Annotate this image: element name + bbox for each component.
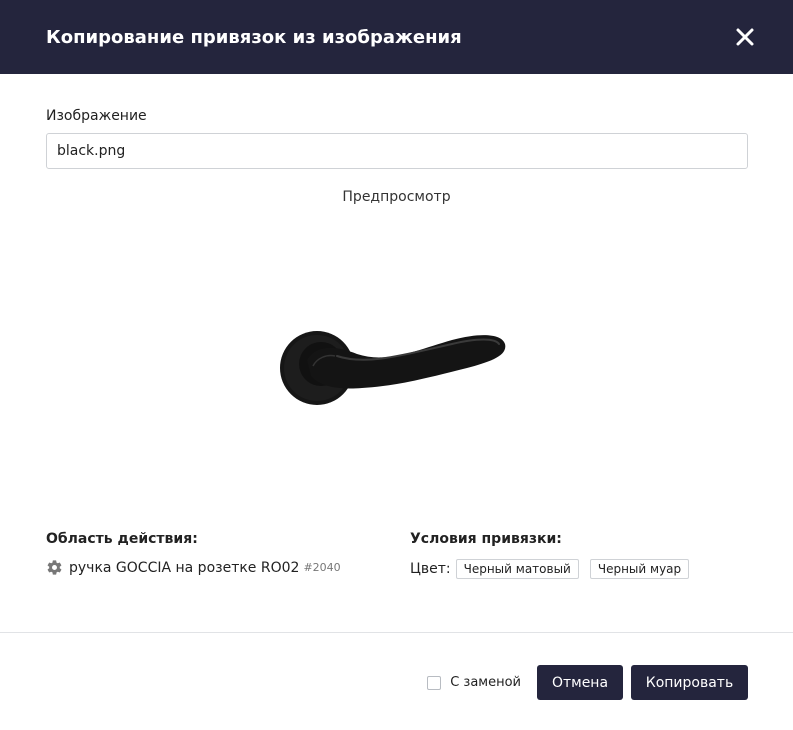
scope-item-label: ручка GOCCIA на розетке RO02 xyxy=(69,559,300,576)
scope-item: ручка GOCCIA на розетке RO02 #2040 xyxy=(46,559,396,576)
scope-item-id: #2040 xyxy=(303,561,341,574)
dialog-title: Копирование привязок из изображения xyxy=(46,26,462,48)
copy-button[interactable]: Копировать xyxy=(631,665,748,700)
color-tag: Черный матовый xyxy=(455,559,579,579)
color-tag: Черный муар xyxy=(589,559,690,579)
preview-title: Предпросмотр xyxy=(342,189,451,205)
gear-icon[interactable] xyxy=(46,559,63,576)
image-input[interactable] xyxy=(46,133,748,169)
door-handle-image xyxy=(279,331,505,405)
cancel-button[interactable]: Отмена xyxy=(537,665,623,700)
conditions-heading: Условия привязки: xyxy=(410,531,562,547)
dialog-footer: С заменой Отмена Копировать xyxy=(427,665,748,700)
footer-divider xyxy=(0,632,793,633)
close-icon xyxy=(736,28,754,46)
color-label: Цвет: xyxy=(410,561,451,577)
dialog-header: Копирование привязок из изображения xyxy=(0,0,793,74)
scope-heading: Область действия: xyxy=(46,531,198,547)
info-row: Область действия: ручка GOCCIA на розетк… xyxy=(46,531,747,579)
replace-checkbox[interactable] xyxy=(427,675,442,690)
close-button[interactable] xyxy=(733,25,757,49)
copy-bindings-dialog: Копирование привязок из изображения Изоб… xyxy=(0,0,793,730)
conditions-section: Условия привязки: Цвет: Черный матовый Ч… xyxy=(410,531,747,579)
preview-area xyxy=(46,205,747,525)
replace-option[interactable]: С заменой xyxy=(427,675,521,690)
replace-label: С заменой xyxy=(450,675,521,690)
color-condition: Цвет: Черный матовый Черный муар xyxy=(410,559,747,579)
image-field-label: Изображение xyxy=(46,108,147,124)
dialog-body: Изображение Предпросмотр Область действи… xyxy=(0,74,793,579)
scope-section: Область действия: ручка GOCCIA на розетк… xyxy=(46,531,396,579)
